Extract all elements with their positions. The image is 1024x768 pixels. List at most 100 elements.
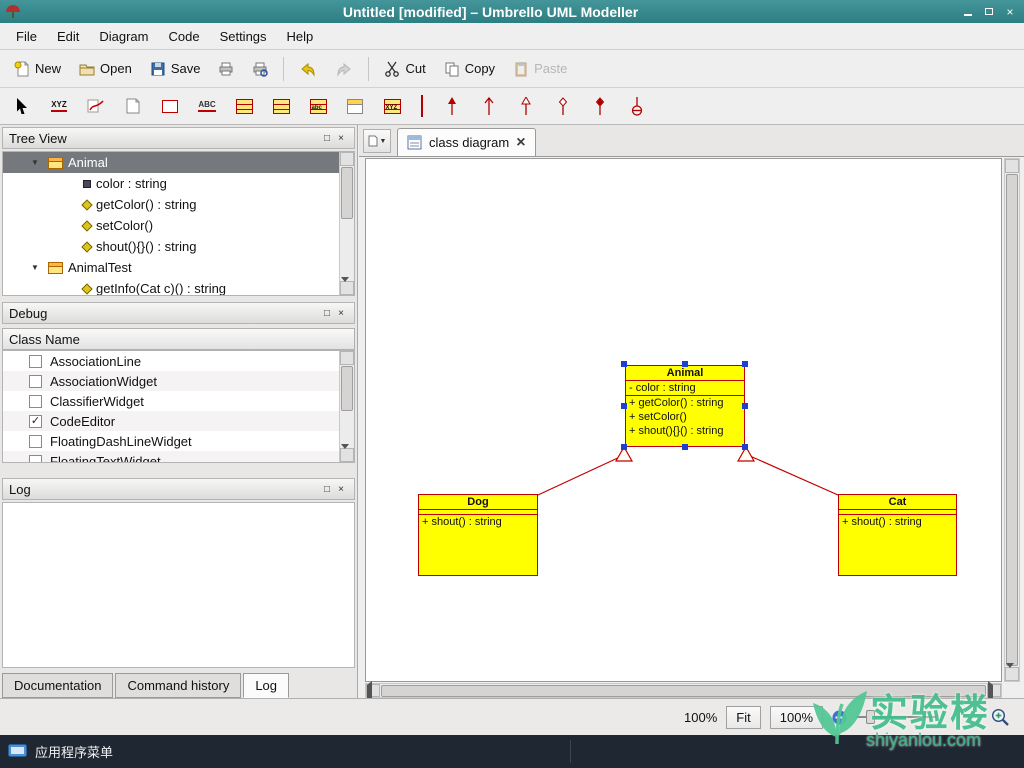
template-class-tool[interactable] bbox=[269, 94, 293, 118]
text-tool[interactable]: XYZ bbox=[47, 94, 71, 118]
selection-handle[interactable] bbox=[682, 361, 688, 367]
generalization-tool[interactable] bbox=[514, 94, 538, 118]
checkbox[interactable] bbox=[29, 394, 42, 408]
debug-panel-header[interactable]: Debug □ × bbox=[2, 302, 355, 324]
checkbox[interactable] bbox=[29, 374, 42, 388]
interface-tool[interactable]: abc bbox=[306, 94, 330, 118]
scroll-up-icon[interactable] bbox=[340, 351, 354, 372]
tab-class-diagram[interactable]: class diagram × bbox=[397, 128, 536, 156]
selection-handle[interactable] bbox=[621, 361, 627, 367]
class-tool[interactable] bbox=[232, 94, 256, 118]
tree-item-animaltest[interactable]: ▼ AnimalTest bbox=[3, 257, 354, 278]
open-button[interactable]: Open bbox=[71, 57, 140, 81]
log-panel-header[interactable]: Log □ × bbox=[2, 478, 355, 500]
aggregation-tool[interactable] bbox=[551, 94, 575, 118]
scroll-down-icon[interactable] bbox=[340, 277, 354, 295]
association-tool[interactable] bbox=[440, 94, 464, 118]
selection-handle[interactable] bbox=[621, 444, 627, 450]
diagram-canvas[interactable]: Animal - color : string + getColor() : s… bbox=[365, 158, 1002, 682]
scroll-up-icon[interactable] bbox=[340, 152, 354, 173]
tree-view-scrollbar[interactable] bbox=[339, 152, 354, 295]
zoom-slider-handle[interactable] bbox=[866, 710, 875, 724]
anchor-tool[interactable] bbox=[84, 94, 108, 118]
undo-button[interactable] bbox=[291, 57, 325, 81]
scroll-down-icon[interactable] bbox=[1005, 663, 1019, 683]
uml-class-animal[interactable]: Animal - color : string + getColor() : s… bbox=[625, 365, 745, 447]
menu-help[interactable]: Help bbox=[277, 26, 324, 47]
canvas-vertical-scrollbar[interactable] bbox=[1004, 158, 1020, 683]
panel-float-icon[interactable]: □ bbox=[320, 306, 334, 320]
datatype-tool[interactable]: XYZ bbox=[380, 94, 404, 118]
fit-button[interactable]: Fit bbox=[726, 705, 761, 729]
menu-edit[interactable]: Edit bbox=[47, 26, 89, 47]
menu-code[interactable]: Code bbox=[158, 26, 209, 47]
tab-log[interactable]: Log bbox=[243, 673, 290, 698]
directed-association-tool[interactable] bbox=[477, 94, 501, 118]
selection-handle[interactable] bbox=[682, 444, 688, 450]
close-button[interactable]: × bbox=[1001, 4, 1019, 20]
scroll-down-icon[interactable] bbox=[340, 444, 354, 462]
panel-close-icon[interactable]: × bbox=[334, 306, 348, 320]
app-menu-icon[interactable] bbox=[8, 744, 27, 759]
tree-item-setcolor-method[interactable]: setColor() bbox=[3, 215, 354, 236]
checkbox[interactable] bbox=[29, 454, 42, 462]
debug-row-codeeditor[interactable]: ✓ CodeEditor bbox=[3, 411, 354, 431]
zoom-in-icon[interactable] bbox=[991, 708, 1010, 727]
class-name-column-header[interactable]: Class Name bbox=[2, 328, 355, 350]
tree-item-getinfo-method[interactable]: getInfo(Cat c)() : string bbox=[3, 278, 354, 295]
menu-file[interactable]: File bbox=[6, 26, 47, 47]
box-tool[interactable] bbox=[158, 94, 182, 118]
new-button[interactable]: New bbox=[6, 57, 69, 81]
scroll-up-icon[interactable] bbox=[1005, 159, 1019, 180]
menu-settings[interactable]: Settings bbox=[210, 26, 277, 47]
scroll-left-icon[interactable] bbox=[366, 681, 380, 704]
zoom-out-icon[interactable] bbox=[832, 710, 847, 725]
paste-button[interactable]: Paste bbox=[505, 57, 575, 81]
select-tool[interactable] bbox=[10, 94, 34, 118]
checkbox-checked[interactable]: ✓ bbox=[29, 414, 42, 428]
tree-item-getcolor-method[interactable]: getColor() : string bbox=[3, 194, 354, 215]
debug-row-associationwidget[interactable]: AssociationWidget bbox=[3, 371, 354, 391]
selection-handle[interactable] bbox=[742, 361, 748, 367]
tab-close-icon[interactable]: × bbox=[516, 134, 525, 150]
selection-handle[interactable] bbox=[742, 403, 748, 409]
cut-button[interactable]: Cut bbox=[376, 57, 433, 81]
scroll-right-icon[interactable] bbox=[987, 681, 1001, 704]
uml-class-dog[interactable]: Dog + shout() : string bbox=[418, 494, 538, 576]
tab-command-history[interactable]: Command history bbox=[115, 673, 242, 698]
label-tool[interactable]: ABC bbox=[195, 94, 219, 118]
tree-item-color-attribute[interactable]: color : string bbox=[3, 173, 354, 194]
save-button[interactable]: Save bbox=[142, 57, 209, 81]
debug-row-floatingtextwidget[interactable]: FloatingTextWidget bbox=[3, 451, 354, 462]
uml-class-cat[interactable]: Cat + shout() : string bbox=[838, 494, 957, 576]
canvas-horizontal-scrollbar[interactable] bbox=[365, 681, 1002, 704]
new-diagram-tab-button[interactable]: ▼ bbox=[363, 129, 391, 153]
expand-arrow-icon[interactable]: ▼ bbox=[31, 158, 43, 167]
checkbox[interactable] bbox=[29, 354, 42, 368]
print-preview-button[interactable] bbox=[244, 57, 276, 81]
debug-row-associationline[interactable]: AssociationLine bbox=[3, 351, 354, 371]
panel-close-icon[interactable]: × bbox=[334, 131, 348, 145]
tree-view-header[interactable]: Tree View □ × bbox=[2, 127, 355, 149]
expand-arrow-icon[interactable]: ▼ bbox=[31, 263, 43, 272]
panel-close-icon[interactable]: × bbox=[334, 482, 348, 496]
debug-row-classifierwidget[interactable]: ClassifierWidget bbox=[3, 391, 354, 411]
tree-item-shout-method[interactable]: shout(){}() : string bbox=[3, 236, 354, 257]
tree-item-animal[interactable]: ▼ Animal bbox=[3, 152, 354, 173]
panel-float-icon[interactable]: □ bbox=[320, 131, 334, 145]
composition-tool[interactable] bbox=[588, 94, 612, 118]
copy-button[interactable]: Copy bbox=[436, 57, 503, 81]
enum-tool[interactable] bbox=[343, 94, 367, 118]
maximize-button[interactable] bbox=[980, 4, 998, 20]
debug-row-floatingdashlinewidget[interactable]: FloatingDashLineWidget bbox=[3, 431, 354, 451]
app-menu-label[interactable]: 应用程序菜单 bbox=[35, 742, 113, 761]
checkbox[interactable] bbox=[29, 434, 42, 448]
redo-button[interactable] bbox=[327, 57, 361, 81]
zoom-slider[interactable] bbox=[856, 709, 936, 725]
zoom-100-button[interactable]: 100% bbox=[769, 705, 823, 729]
print-button[interactable] bbox=[210, 57, 242, 81]
selection-handle[interactable] bbox=[621, 403, 627, 409]
containment-tool[interactable] bbox=[625, 94, 649, 118]
note-tool[interactable] bbox=[121, 94, 145, 118]
minimize-button[interactable] bbox=[959, 4, 977, 20]
